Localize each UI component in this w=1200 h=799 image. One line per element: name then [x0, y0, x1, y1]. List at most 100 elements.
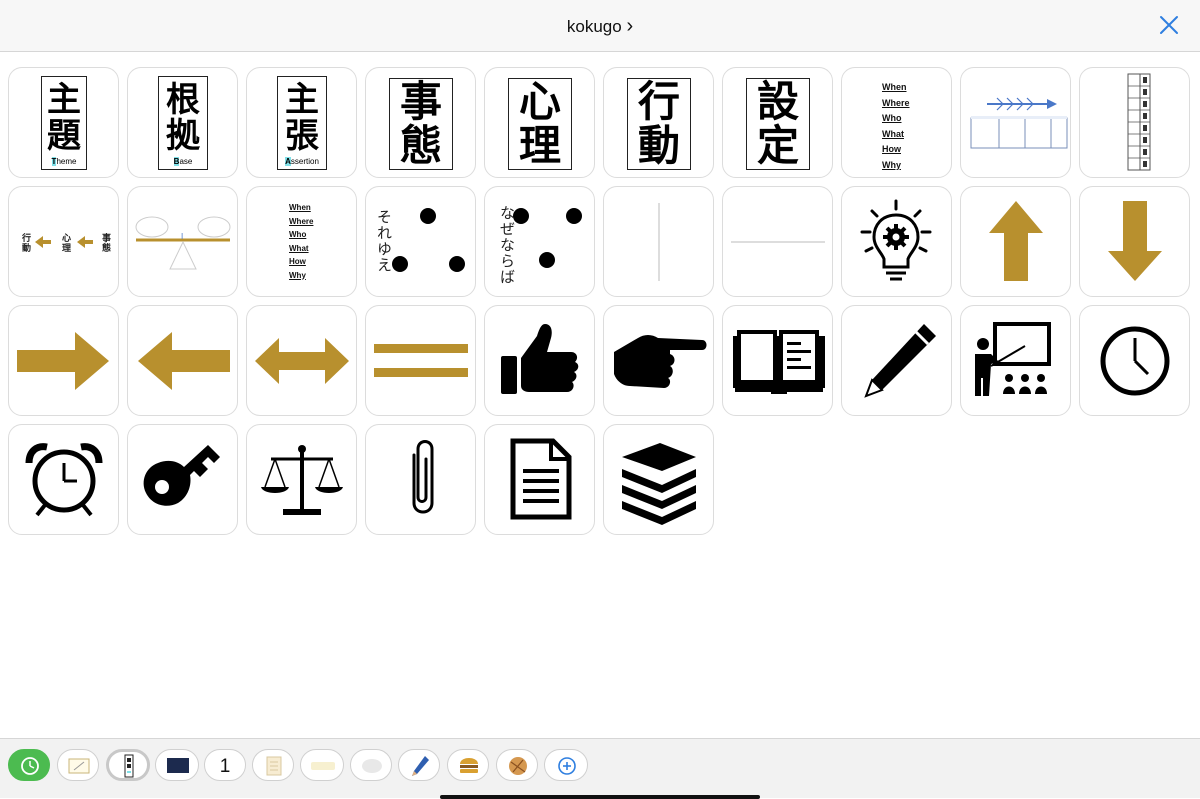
stamp-seesaw[interactable]: I [127, 186, 238, 297]
stamp-5w1h[interactable]: When Where Who What How Why [841, 67, 952, 178]
stamp-horizontal-line[interactable] [722, 186, 833, 297]
open-book-icon [733, 330, 825, 394]
wh-when: When [289, 203, 311, 212]
stamp-nazenaraba[interactable]: なぜならば [484, 186, 595, 297]
kanji-bottom: 定 [756, 121, 799, 170]
stamp-equals[interactable] [365, 305, 476, 416]
color-swatch-button[interactable] [155, 749, 199, 781]
vertical-table-icon [1127, 73, 1151, 171]
burger-button[interactable] [447, 749, 489, 781]
stamp-sorekara[interactable]: それゆえ [365, 186, 476, 297]
stamp-clock[interactable] [1079, 305, 1190, 416]
stamp-fishbone-diagram[interactable] [960, 67, 1071, 178]
stamp-konkyo[interactable]: 根 拠 Base [127, 67, 238, 178]
flow-arrows-icon [35, 236, 93, 248]
pen-tool-button[interactable] [398, 749, 440, 781]
stamp-5w1h-small[interactable]: When Where Who What How Why [246, 186, 357, 297]
cloud-icon [362, 759, 382, 773]
add-circle-icon [558, 757, 576, 775]
wh-why: Why [289, 270, 306, 280]
book-stack-icon [622, 443, 696, 525]
stamp-shucho[interactable]: 主 張 Assertion [246, 67, 357, 178]
history-button[interactable] [8, 749, 50, 781]
wh-how: How [289, 257, 306, 266]
stamp-pencil[interactable] [841, 305, 952, 416]
wh-list: When Where Who What How Why [289, 201, 313, 282]
stamp-arrow-down[interactable] [1079, 186, 1190, 297]
stamp-thumbs-up[interactable] [484, 305, 595, 416]
stamp-kodo[interactable]: 行 動 [603, 67, 714, 178]
stamp-shinri[interactable]: 心 理 [484, 67, 595, 178]
wh-who: Who [289, 230, 307, 239]
title-text: kokugo [566, 17, 622, 36]
add-button[interactable] [544, 749, 588, 781]
stamp-book-stack[interactable] [603, 424, 714, 535]
wh-where: Where [882, 97, 910, 108]
stamp-vertical-line[interactable] [603, 186, 714, 297]
pen-frame-icon [68, 758, 90, 774]
stamp-balance-scale[interactable] [246, 424, 357, 535]
stamp-key[interactable] [127, 424, 238, 535]
stamp-jitai[interactable]: 事 態 [365, 67, 476, 178]
kanji-bottom: 張 [285, 116, 319, 156]
stamp-arrow-left-right[interactable] [246, 305, 357, 416]
card-frame: 行 動 [627, 78, 691, 170]
kanji-bottom: 拠 [166, 116, 200, 156]
arrow-right-icon [17, 332, 109, 390]
stamp-paperclip[interactable] [365, 424, 476, 535]
three-dots-icon [392, 208, 465, 272]
thumbs-up-icon [501, 324, 579, 394]
cloud-button[interactable] [350, 749, 392, 781]
navy-swatch-icon [167, 758, 189, 773]
horizontal-line-icon [731, 241, 825, 243]
kanji-top: 設 [756, 77, 799, 126]
wh-what: What [882, 128, 904, 139]
close-icon [1160, 16, 1178, 34]
card-frame: 主 張 Assertion [277, 76, 327, 170]
stamp-teacher[interactable] [960, 305, 1071, 416]
frame-pen-button[interactable] [57, 749, 99, 781]
wh-when: When [882, 82, 907, 92]
page-number: 1 [219, 756, 231, 777]
stamp-arrow-right[interactable] [8, 305, 119, 416]
stamp-alarm-clock[interactable] [8, 424, 119, 535]
kanji-bottom: 動 [637, 121, 680, 170]
stamp-document[interactable] [484, 424, 595, 535]
vertical-line-icon [658, 203, 660, 281]
equals-icon [374, 344, 468, 377]
card-frame: 事 態 [389, 78, 453, 170]
wh-list: When Where Who What How Why [882, 80, 910, 173]
page-number-button[interactable]: 1 [204, 749, 246, 781]
globe-button[interactable] [496, 749, 538, 781]
kanji-bottom: 題 [47, 116, 81, 156]
document-icon [510, 438, 572, 520]
kanji-bottom: 理 [518, 121, 561, 170]
stamp-pointing-hand[interactable] [603, 305, 714, 416]
card-subtitle: Assertion [285, 157, 319, 166]
stamp-flow-diagram[interactable]: 行動 心理 事態 [8, 186, 119, 297]
card-frame: 心 理 [508, 78, 572, 170]
stamp-palette-button[interactable] [106, 749, 150, 781]
card-frame: 根 拠 Base [158, 76, 208, 170]
card-subtitle: Theme [51, 157, 77, 166]
stamp-lightbulb[interactable] [841, 186, 952, 297]
arrow-down-icon [1108, 201, 1162, 281]
stamp-arrow-up[interactable] [960, 186, 1071, 297]
stamp-shudai[interactable]: 主 題 Theme [8, 67, 119, 178]
sticky-button[interactable] [300, 749, 344, 781]
seesaw-icon: I [135, 216, 231, 270]
stamp-vertical-table[interactable] [1079, 67, 1190, 178]
card-subtitle: Base [173, 157, 193, 166]
stamp-open-book[interactable] [722, 305, 833, 416]
paper-button[interactable] [252, 749, 294, 781]
pointing-hand-icon [614, 335, 707, 388]
kanji-top: 主 [285, 80, 319, 120]
stamp-settei[interactable]: 設 定 [722, 67, 833, 178]
kanji-top: 心 [518, 77, 561, 126]
stamp-arrow-left[interactable] [127, 305, 238, 416]
kanji-top: 主 [47, 80, 81, 120]
page-title[interactable]: kokugo › [0, 15, 1200, 38]
close-button[interactable] [1156, 12, 1182, 38]
balance-scale-icon [261, 445, 343, 515]
arrow-left-right-icon [255, 338, 349, 384]
